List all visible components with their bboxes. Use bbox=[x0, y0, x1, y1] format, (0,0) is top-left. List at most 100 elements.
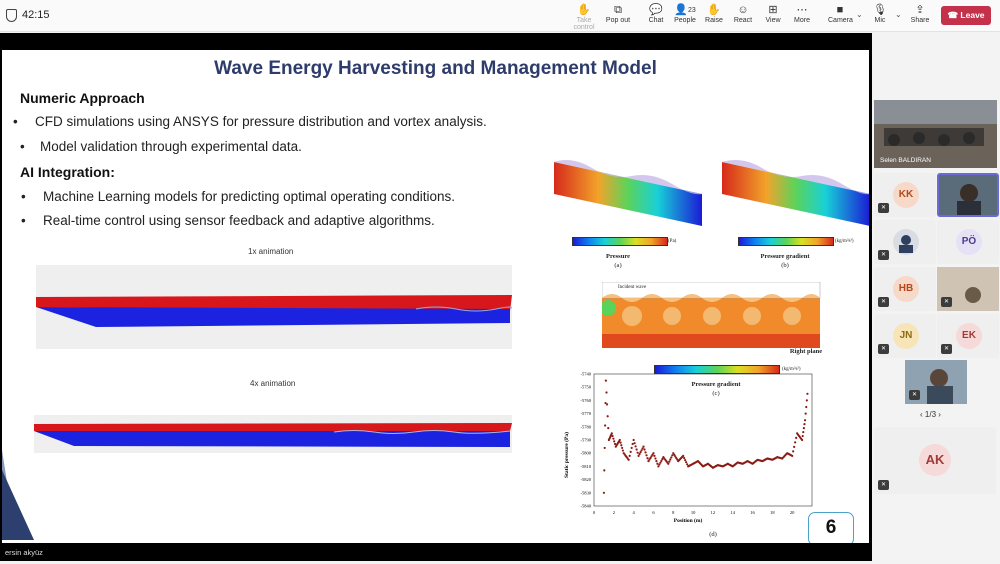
data-point bbox=[643, 448, 646, 451]
data-point bbox=[805, 399, 808, 402]
take-control-button[interactable]: ✋ Take control bbox=[566, 4, 602, 31]
participant-tile[interactable]: KK ✕ bbox=[874, 173, 936, 217]
chevron-right-icon[interactable]: › bbox=[938, 410, 941, 419]
data-point bbox=[802, 430, 805, 434]
data-point bbox=[661, 457, 664, 461]
camera-button[interactable]: ■ Camera bbox=[828, 4, 853, 28]
participants-pager: ‹ 1/3 › bbox=[920, 410, 941, 419]
data-point bbox=[630, 446, 633, 450]
participant-video-image bbox=[939, 175, 997, 215]
mic-options-chevron-icon[interactable]: ⌄ bbox=[895, 10, 902, 19]
view-button[interactable]: ⊞ View bbox=[762, 4, 784, 28]
data-point bbox=[684, 458, 687, 462]
y-tick-label: -5830 bbox=[581, 490, 592, 495]
camera-options-chevron-icon[interactable]: ⌄ bbox=[856, 10, 863, 19]
y-tick-label: -5810 bbox=[581, 464, 592, 469]
data-point bbox=[632, 438, 635, 442]
avatar: AK bbox=[919, 444, 951, 476]
react-button[interactable]: ☺ React bbox=[731, 4, 755, 28]
avatar: EK bbox=[956, 323, 982, 349]
data-point bbox=[646, 457, 649, 460]
slide-title: Wave Energy Harvesting and Management Mo… bbox=[214, 58, 657, 79]
chevron-left-icon[interactable]: ‹ bbox=[920, 410, 923, 419]
data-point bbox=[611, 434, 614, 438]
participant-tile[interactable]: EK ✕ bbox=[937, 314, 999, 358]
data-point bbox=[801, 434, 804, 438]
camera-off-icon: ■ bbox=[836, 4, 844, 16]
react-icon: ☺ bbox=[737, 4, 749, 16]
participant-tile[interactable]: ✕ bbox=[874, 220, 936, 264]
data-point bbox=[795, 436, 798, 439]
data-point bbox=[806, 392, 809, 395]
data-point bbox=[683, 456, 686, 460]
avatar: JN bbox=[893, 323, 919, 349]
mic-button[interactable]: 🎙 Mic bbox=[870, 4, 890, 28]
data-point bbox=[603, 446, 606, 450]
share-button[interactable]: ⇪ Share bbox=[909, 4, 931, 28]
participant-tile[interactable]: HB ✕ bbox=[874, 267, 936, 311]
data-point bbox=[621, 449, 625, 452]
people-button[interactable]: 👤23 People bbox=[672, 4, 698, 28]
data-point bbox=[627, 458, 630, 461]
data-point bbox=[607, 427, 610, 430]
data-point bbox=[640, 449, 643, 452]
share-icon: ⇪ bbox=[915, 4, 925, 16]
data-point bbox=[637, 454, 640, 457]
bullet-item: • Machine Learning models for predicting … bbox=[21, 189, 455, 204]
data-point bbox=[604, 379, 607, 382]
pop-out-icon: ⧉ bbox=[614, 4, 622, 16]
x-tick-label: 6 bbox=[652, 510, 655, 515]
people-count: 23 bbox=[687, 7, 696, 14]
chat-button[interactable]: 💬 Chat bbox=[645, 4, 667, 28]
data-point bbox=[654, 457, 657, 460]
mic-muted-icon: ✕ bbox=[878, 250, 889, 260]
participant-tile[interactable]: PÖ bbox=[937, 220, 999, 264]
raise-hand-button[interactable]: ✋ Raise bbox=[703, 4, 725, 28]
raise-hand-icon: ✋ bbox=[707, 4, 721, 16]
data-point bbox=[605, 391, 608, 394]
data-point bbox=[613, 440, 616, 443]
data-point bbox=[619, 441, 622, 444]
more-button[interactable]: ⋯ More bbox=[791, 4, 813, 28]
chat-icon: 💬 bbox=[649, 4, 663, 16]
participant-video-tile[interactable]: ✕ bbox=[937, 267, 999, 311]
anim-1x-label: 1x animation bbox=[248, 247, 294, 256]
x-tick-label: 18 bbox=[770, 510, 775, 515]
avatar bbox=[893, 229, 919, 255]
y-tick-label: -5790 bbox=[581, 438, 592, 443]
y-tick-label: -5760 bbox=[581, 398, 592, 403]
plot-frame bbox=[593, 373, 813, 507]
anim-4x-label: 4x animation bbox=[250, 379, 296, 388]
data-point bbox=[644, 451, 647, 454]
participant-video-tile[interactable]: ✕ bbox=[905, 360, 967, 404]
pressure-colorbar bbox=[572, 237, 668, 246]
y-tick-label: -5800 bbox=[581, 451, 592, 456]
data-point bbox=[610, 432, 613, 435]
data-point bbox=[634, 445, 637, 448]
pop-out-button[interactable]: ⧉ Pop out bbox=[604, 4, 632, 28]
participant-video-tile[interactable] bbox=[937, 173, 999, 217]
leave-button[interactable]: ☎ Leave bbox=[941, 6, 991, 25]
data-point bbox=[653, 454, 656, 457]
data-point bbox=[641, 447, 644, 450]
static-pressure-chart: -5740 -5750 -5760 -5770 -5780 -5790 -5800 -5810… bbox=[563, 372, 813, 524]
decorative-shape bbox=[2, 470, 34, 540]
participant-video-main[interactable]: Selen BALDIRAN bbox=[874, 100, 997, 168]
data-point bbox=[660, 459, 663, 462]
participant-tile[interactable]: JN ✕ bbox=[874, 314, 936, 358]
meeting-timer: 42:15 bbox=[22, 9, 50, 21]
right-plane-contour-image bbox=[602, 282, 821, 348]
data-point bbox=[635, 448, 638, 451]
data-point bbox=[628, 454, 631, 457]
more-icon: ⋯ bbox=[796, 4, 808, 16]
y-tick-label: -5770 bbox=[581, 411, 592, 416]
participant-tile-large[interactable]: AK ✕ bbox=[874, 427, 996, 494]
data-point bbox=[793, 445, 796, 448]
teams-meeting-window: 42:15 ✋ Take control ⧉ Pop out 💬 Chat 👤2… bbox=[0, 0, 1000, 564]
data-point bbox=[659, 461, 662, 464]
mic-muted-icon: ✕ bbox=[878, 480, 889, 490]
data-point bbox=[636, 451, 639, 454]
data-point bbox=[794, 441, 797, 444]
mic-muted-icon: ✕ bbox=[941, 297, 952, 307]
data-point bbox=[657, 465, 660, 468]
